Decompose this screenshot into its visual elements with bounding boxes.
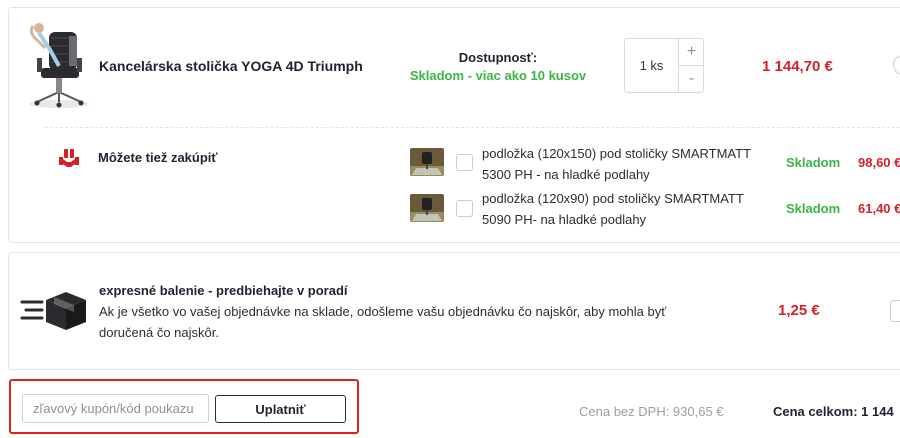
- apply-coupon-button[interactable]: Uplatniť: [215, 395, 346, 423]
- accessory-stock: Skladom: [786, 201, 841, 216]
- accessory-name[interactable]: podložka (120x150) pod stoličky SMARTMAT…: [482, 143, 762, 185]
- accessory-price: 98,60 €: [858, 155, 900, 170]
- price-total: Cena celkom: 1 144: [773, 404, 894, 419]
- product-image-chair[interactable]: [19, 18, 99, 110]
- express-price: 1,25 €: [778, 302, 820, 319]
- accessory-name[interactable]: podložka (120x90) pod stoličky SMARTMATT…: [482, 188, 762, 230]
- quantity-decrease-button[interactable]: -: [679, 65, 704, 92]
- accessory-image[interactable]: [410, 148, 444, 176]
- accessory-checkbox[interactable]: [456, 200, 473, 217]
- accessory-image[interactable]: [410, 194, 444, 222]
- accessory-checkbox[interactable]: [456, 154, 473, 171]
- cart-item-card: [8, 7, 900, 243]
- availability-value: Skladom - viac ako 10 kusov: [409, 68, 587, 83]
- gift-hands-icon: [59, 149, 79, 167]
- price-without-vat: Cena bez DPH: 930,65 €: [579, 404, 724, 419]
- express-title: expresné balenie - predbiehajte v poradí: [99, 283, 348, 298]
- product-name[interactable]: Kancelárska stolička YOGA 4D Triumph: [99, 58, 363, 74]
- express-description: Ak je všetko vo vašej objednávke na skla…: [99, 304, 667, 340]
- coupon-code-input[interactable]: [22, 394, 209, 423]
- quantity-buttons: + -: [678, 39, 704, 92]
- accessory-price: 61,40 €: [858, 201, 900, 216]
- express-checkbox[interactable]: [890, 300, 900, 322]
- quantity-value[interactable]: 1 ks: [625, 39, 678, 92]
- availability-label: Dostupnosť:: [458, 50, 538, 65]
- upsell-title: Môžete tiež zakúpiť: [98, 150, 218, 165]
- quantity-increase-button[interactable]: +: [679, 39, 704, 65]
- upsell-divider: [45, 127, 900, 128]
- accessory-stock: Skladom: [786, 155, 841, 170]
- quantity-stepper: 1 ks + -: [624, 38, 704, 93]
- fast-box-icon: [20, 292, 86, 330]
- product-price: 1 144,70 €: [762, 58, 833, 75]
